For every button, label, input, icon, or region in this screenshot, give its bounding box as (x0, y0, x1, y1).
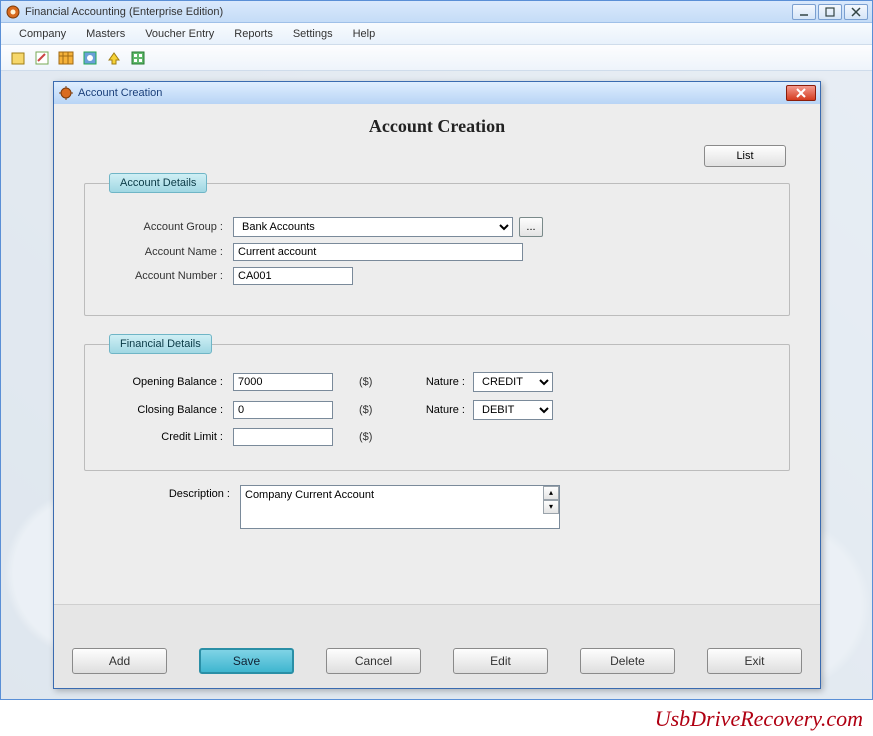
closing-nature-select[interactable]: DEBIT (473, 400, 553, 420)
opening-balance-unit: ($) (353, 376, 383, 388)
account-number-label: Account Number : (103, 270, 233, 282)
account-group-label: Account Group : (103, 221, 233, 233)
account-name-label: Account Name : (103, 246, 233, 258)
financial-details-group: Financial Details Opening Balance : ($) … (84, 334, 790, 471)
watermark: UsbDriveRecovery.com (655, 706, 863, 732)
dialog-title: Account Creation (78, 87, 786, 99)
app-title: Financial Accounting (Enterprise Edition… (25, 6, 792, 18)
account-creation-dialog: Account Creation Account Creation List A… (53, 81, 821, 689)
description-spin-up[interactable]: ▴ (543, 486, 559, 500)
toolbar-btn-5[interactable] (103, 48, 125, 68)
credit-limit-label: Credit Limit : (103, 431, 233, 443)
save-button[interactable]: Save (199, 648, 294, 674)
account-name-input[interactable] (233, 243, 523, 261)
dialog-heading: Account Creation (54, 116, 820, 137)
delete-button[interactable]: Delete (580, 648, 675, 674)
menubar: Company Masters Voucher Entry Reports Se… (1, 23, 872, 45)
app-icon (5, 4, 21, 20)
financial-details-legend: Financial Details (109, 334, 212, 354)
titlebar: Financial Accounting (Enterprise Edition… (1, 1, 872, 23)
closing-balance-input[interactable] (233, 401, 333, 419)
toolbar-btn-3[interactable] (55, 48, 77, 68)
menu-company[interactable]: Company (9, 25, 76, 43)
menu-settings[interactable]: Settings (283, 25, 343, 43)
dialog-icon (58, 85, 74, 101)
closing-balance-label: Closing Balance : (103, 404, 233, 416)
account-group-browse-button[interactable]: ... (519, 217, 543, 237)
credit-limit-input[interactable] (233, 428, 333, 446)
opening-nature-select[interactable]: CREDIT (473, 372, 553, 392)
account-number-input[interactable] (233, 267, 353, 285)
menu-reports[interactable]: Reports (224, 25, 283, 43)
description-spin-down[interactable]: ▾ (543, 500, 559, 514)
description-textarea[interactable] (240, 485, 560, 529)
description-label: Description : (90, 485, 240, 500)
list-button[interactable]: List (704, 145, 786, 167)
account-group-select[interactable]: Bank Accounts (233, 217, 513, 237)
main-window: Financial Accounting (Enterprise Edition… (0, 0, 873, 700)
minimize-button[interactable] (792, 4, 816, 20)
toolbar-btn-4[interactable] (79, 48, 101, 68)
credit-limit-unit: ($) (353, 431, 383, 443)
menu-help[interactable]: Help (343, 25, 386, 43)
close-button[interactable] (844, 4, 868, 20)
edit-button[interactable]: Edit (453, 648, 548, 674)
opening-balance-input[interactable] (233, 373, 333, 391)
dialog-titlebar: Account Creation (54, 82, 820, 104)
closing-nature-label: Nature : (383, 404, 473, 416)
menu-voucher-entry[interactable]: Voucher Entry (135, 25, 224, 43)
maximize-button[interactable] (818, 4, 842, 20)
exit-button[interactable]: Exit (707, 648, 802, 674)
client-area: Account Creation Account Creation List A… (1, 71, 872, 699)
add-button[interactable]: Add (72, 648, 167, 674)
toolbar-btn-1[interactable] (7, 48, 29, 68)
cancel-button[interactable]: Cancel (326, 648, 421, 674)
toolbar (1, 45, 872, 71)
account-details-legend: Account Details (109, 173, 207, 193)
closing-balance-unit: ($) (353, 404, 383, 416)
account-details-group: Account Details Account Group : Bank Acc… (84, 173, 790, 316)
opening-balance-label: Opening Balance : (103, 376, 233, 388)
dialog-footer: Add Save Cancel Edit Delete Exit (54, 604, 820, 688)
dialog-close-button[interactable] (786, 85, 816, 101)
opening-nature-label: Nature : (383, 376, 473, 388)
menu-masters[interactable]: Masters (76, 25, 135, 43)
toolbar-btn-6[interactable] (127, 48, 149, 68)
toolbar-btn-2[interactable] (31, 48, 53, 68)
